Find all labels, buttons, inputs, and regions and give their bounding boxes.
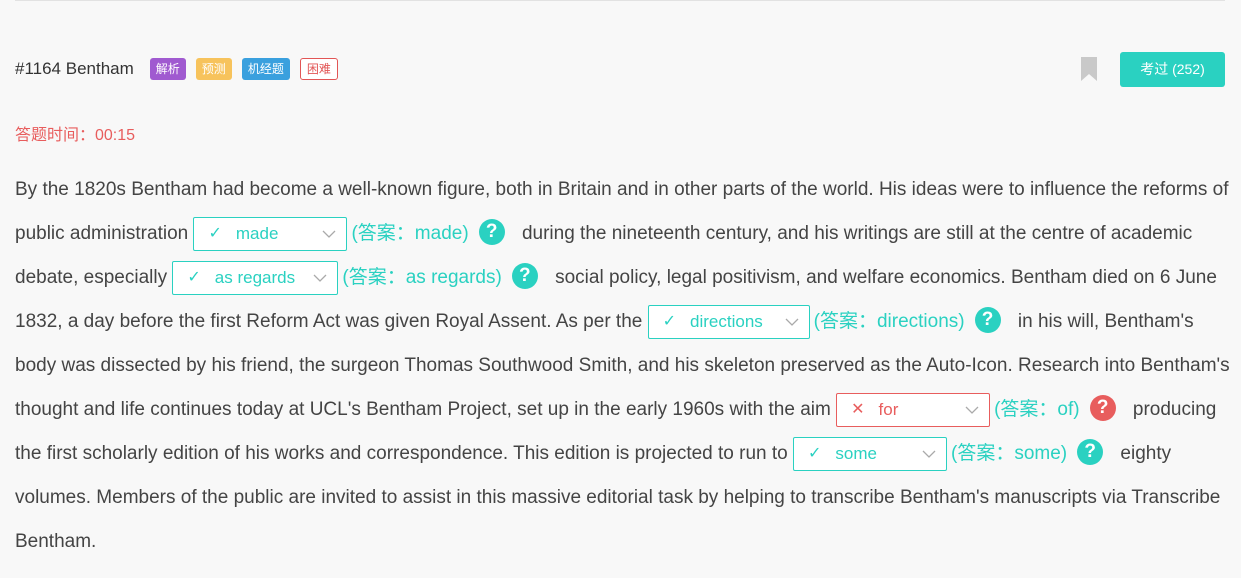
badge-prediction[interactable]: 预测 xyxy=(195,58,232,80)
blank-5-value: some xyxy=(835,443,877,463)
done-count-button[interactable]: 考过 (252) xyxy=(1120,51,1225,87)
answer-timer: 答题时间：00:15 xyxy=(15,127,136,144)
blank-3-answer: (答案：directions) xyxy=(813,311,965,332)
help-icon[interactable]: ? xyxy=(1089,394,1116,421)
blank-1-value: made xyxy=(235,223,279,243)
check-icon: ✓ xyxy=(187,268,201,286)
blank-4-select[interactable]: ✕ for xyxy=(836,392,991,427)
chevron-down-icon xyxy=(323,230,336,238)
passage: By the 1820s Bentham had become a well-k… xyxy=(15,168,1230,564)
bookmark-icon[interactable] xyxy=(1080,56,1098,82)
blank-5-answer: (答案：some) xyxy=(951,443,1068,464)
blank-4-value: for xyxy=(878,399,899,419)
check-icon: ✓ xyxy=(208,224,222,242)
blank-1-select[interactable]: ✓ made xyxy=(193,216,348,251)
blank-1-answer: (答案：made) xyxy=(351,223,469,244)
chevron-down-icon xyxy=(922,450,936,458)
blank-2-select[interactable]: ✓ as regards xyxy=(172,260,339,295)
cross-icon: ✕ xyxy=(851,400,865,418)
help-icon[interactable]: ? xyxy=(1077,438,1104,465)
chevron-down-icon xyxy=(785,318,799,326)
badge-analysis[interactable]: 解析 xyxy=(149,58,186,80)
blank-2-answer: (答案：as regards) xyxy=(342,267,502,288)
blank-4-answer: (答案：of) xyxy=(994,399,1080,420)
blank-2-value: as regards xyxy=(214,267,296,287)
blank-3-value: directions xyxy=(690,311,763,331)
help-icon[interactable]: ? xyxy=(478,218,505,245)
help-icon[interactable]: ? xyxy=(974,306,1001,333)
badge-exam-question[interactable]: 机经题 xyxy=(241,58,290,80)
top-divider xyxy=(15,0,1225,1)
check-icon: ✓ xyxy=(808,444,822,462)
chevron-down-icon xyxy=(965,406,979,414)
question-header: #1164 Bentham 解析 预测 机经题 困难 考过 (252) xyxy=(15,51,1225,87)
check-icon: ✓ xyxy=(662,312,677,330)
blank-5-select[interactable]: ✓ some xyxy=(793,436,948,471)
question-id: #1164 Bentham xyxy=(15,59,134,78)
chevron-down-icon xyxy=(313,274,327,282)
badge-difficulty: 困难 xyxy=(299,58,338,80)
help-icon[interactable]: ? xyxy=(511,262,538,289)
blank-3-select[interactable]: ✓ directions xyxy=(647,304,810,339)
